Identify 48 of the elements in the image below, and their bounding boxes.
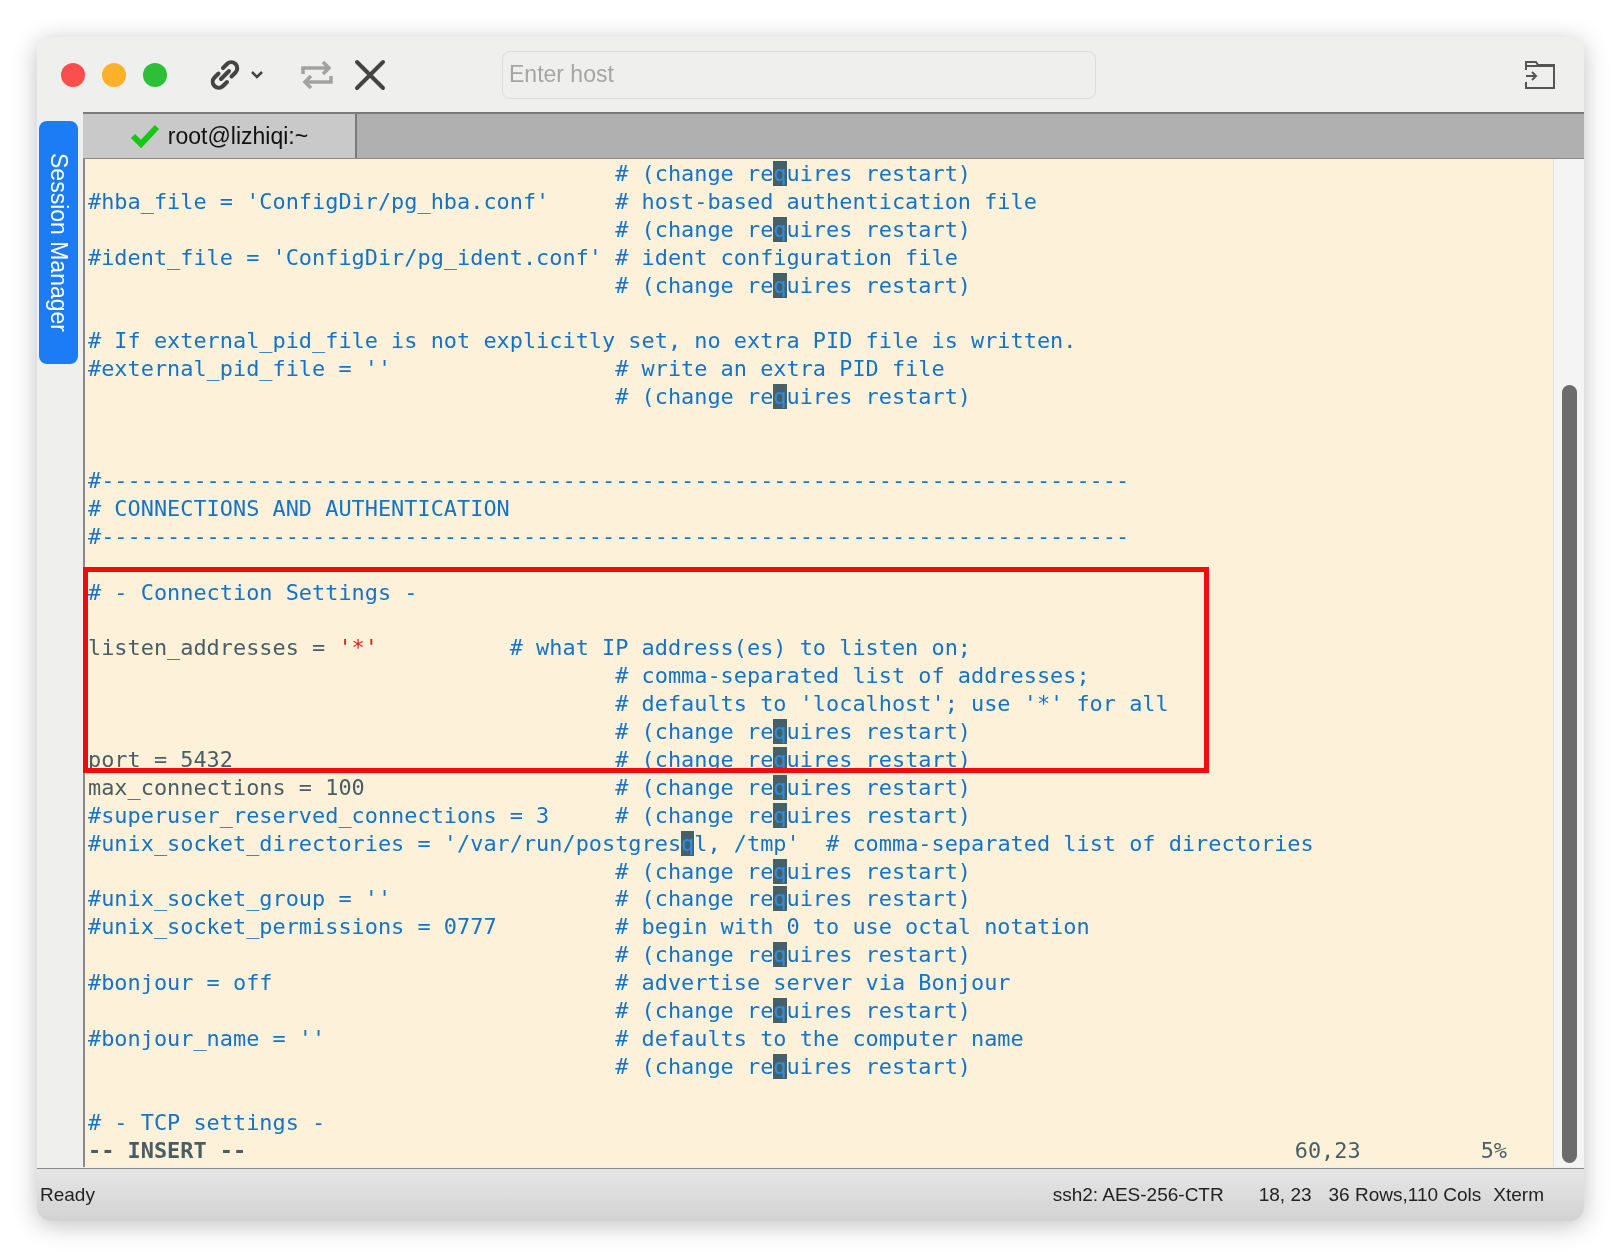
- close-icon[interactable]: [353, 57, 387, 92]
- caret-icon: [250, 69, 264, 80]
- host-field[interactable]: Enter host: [502, 50, 1096, 99]
- code-line: listen_addresses = '*' # what IP address(es) to listen on;: [88, 634, 972, 663]
- code-line: # (change requires restart): [614, 271, 972, 300]
- code-line: # comma-separated list of addresses;: [614, 662, 1090, 691]
- code-line: # CONNECTIONS AND AUTHENTICATION: [88, 494, 510, 523]
- code-line: # (change requires restart): [614, 383, 972, 412]
- code-line: #superuser_reserved_connections = 3 # (change requires restart): [88, 801, 972, 830]
- cursor-position: 60,23: [1294, 1136, 1361, 1165]
- session-tab[interactable]: root@lizhiqi:~: [83, 114, 357, 158]
- code-line: # (change requires restart): [614, 159, 972, 188]
- link-icon: [208, 57, 242, 92]
- code-line: #external_pid_file = '' # write an extra PID file: [88, 355, 945, 384]
- close-window-button[interactable]: [61, 62, 85, 87]
- vim-mode-indicator: -- INSERT --: [88, 1136, 247, 1165]
- code-line: #unix_socket_directories = '/var/run/postgresql, /tmp' # comma-separated list of directories: [88, 829, 1314, 858]
- code-line: #bonjour_name = '' # defaults to the computer name: [88, 1025, 1024, 1053]
- sftp-button[interactable]: [1524, 59, 1556, 90]
- code-line: # (change requires restart): [614, 215, 972, 244]
- code-line: #unix_socket_group = '' # (change requires restart): [88, 885, 972, 914]
- scrollbar-thumb[interactable]: [1562, 384, 1577, 1163]
- code-line: # defaults to 'localhost'; use '*' for all: [614, 690, 1169, 718]
- session-manager-tab[interactable]: Session Manager: [39, 121, 78, 364]
- folder-arrow-icon: [1524, 59, 1556, 90]
- code-line: # - Connection Settings -: [88, 578, 418, 607]
- terminal-size-label: 36 Rows,110 Cols: [1328, 1182, 1482, 1207]
- cursor-position-label: 18, 23: [1258, 1182, 1312, 1207]
- code-line: # (change requires restart): [614, 941, 972, 970]
- terminal-type-label: Xterm: [1493, 1182, 1544, 1207]
- status-text: Ready: [40, 1182, 95, 1207]
- code-line: #unix_socket_permissions = 0777 # begin with 0 to use octal notation: [88, 913, 1090, 942]
- maximize-window-button[interactable]: [143, 62, 167, 87]
- cipher-label: ssh2: AES-256-CTR: [1052, 1182, 1224, 1207]
- code-line: # - TCP settings -: [88, 1108, 326, 1137]
- code-line: # (change requires restart): [614, 857, 972, 886]
- code-line: # (change requires restart): [614, 997, 972, 1025]
- code-line: max_connections = 100 # (change requires restart): [88, 773, 972, 802]
- code-line: #bonjour = off # advertise server via Bonjour: [88, 969, 1011, 998]
- code-line: # (change requires restart): [614, 718, 972, 746]
- minimize-window-button[interactable]: [102, 62, 126, 87]
- code-line: #------------------------------------------------------------------------------: [88, 522, 1130, 551]
- code-line: #hba_file = 'ConfigDir/pg_hba.conf' # host-based authentication file: [88, 187, 1037, 216]
- scroll-percentage: 5%: [1480, 1136, 1507, 1165]
- code-line: # (change requires restart): [614, 1052, 972, 1081]
- code-line: #------------------------------------------------------------------------------: [88, 466, 1130, 495]
- code-line: # If external_pid_file is not explicitly set, no extra PID file is written.: [88, 327, 1077, 356]
- code-line: #ident_file = 'ConfigDir/pg_ident.conf' # ident configuration file: [88, 243, 958, 272]
